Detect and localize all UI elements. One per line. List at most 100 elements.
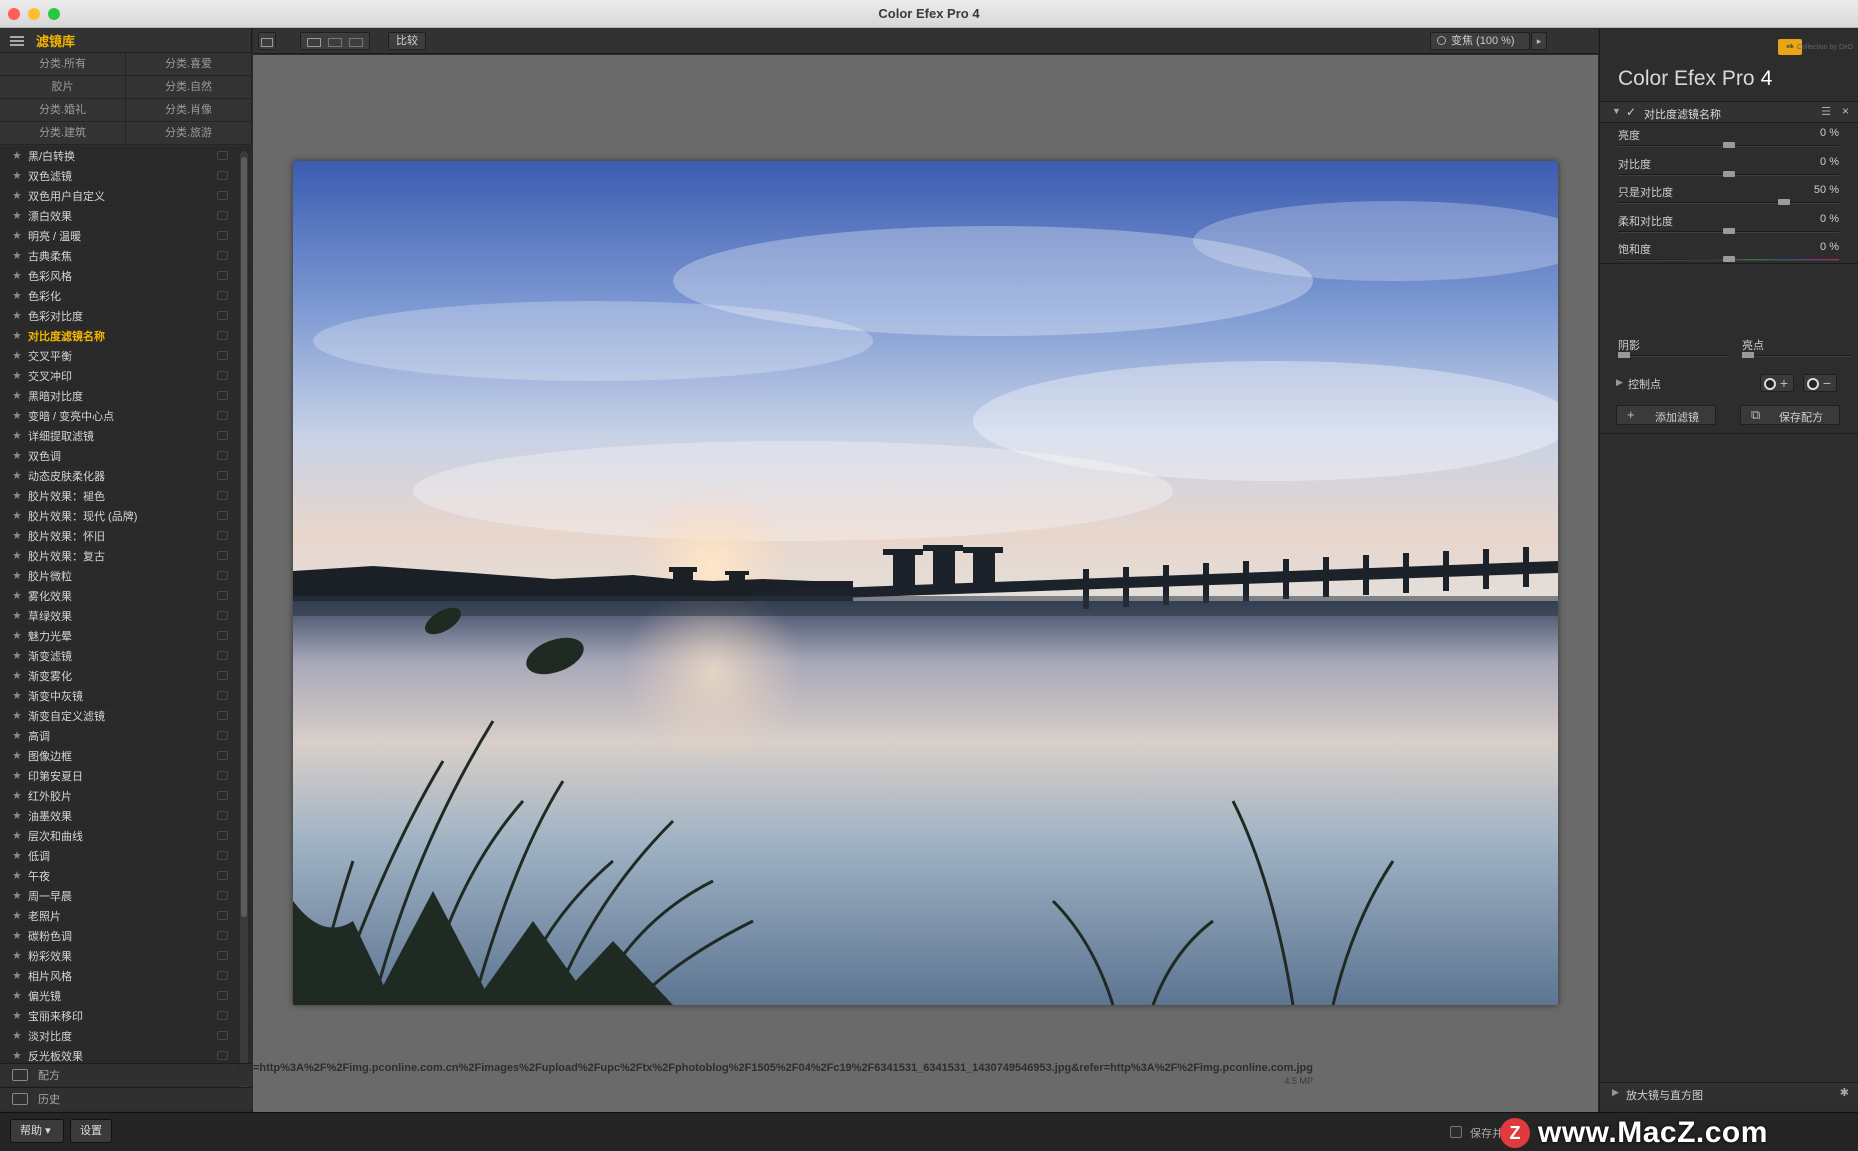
list-menu-icon[interactable]	[10, 35, 24, 46]
filter-list-item[interactable]: ★ 明亮 / 温暖	[0, 226, 252, 246]
filter-list-item[interactable]: ★ 胶片效果：怀旧	[0, 526, 252, 546]
favorite-star-icon[interactable]: ★	[12, 769, 28, 782]
filter-stack-icon[interactable]	[217, 511, 228, 520]
slider-track[interactable]	[1618, 142, 1839, 148]
filter-stack-icon[interactable]	[217, 1051, 228, 1060]
filter-list-item[interactable]: ★ 魅力光晕	[0, 626, 252, 646]
filter-stack-icon[interactable]	[217, 551, 228, 560]
filter-list-item[interactable]: ★ 印第安夏日	[0, 766, 252, 786]
favorite-star-icon[interactable]: ★	[12, 429, 28, 442]
filter-list-item[interactable]: ★ 相片风格	[0, 966, 252, 986]
favorite-star-icon[interactable]: ★	[12, 729, 28, 742]
favorite-star-icon[interactable]: ★	[12, 689, 28, 702]
filter-list-item[interactable]: ★ 草绿效果	[0, 606, 252, 626]
filter-stack-icon[interactable]	[217, 271, 228, 280]
slider-thumb[interactable]	[1722, 256, 1735, 263]
filter-list-item[interactable]: ★ 双色调	[0, 446, 252, 466]
favorite-star-icon[interactable]: ★	[12, 169, 28, 182]
filter-stack-icon[interactable]	[217, 691, 228, 700]
split-view-icon[interactable]	[328, 38, 342, 47]
filter-list-item[interactable]: ★ 低调	[0, 846, 252, 866]
favorite-star-icon[interactable]: ★	[12, 989, 28, 1002]
filter-list-item[interactable]: ★ 色彩化	[0, 286, 252, 306]
filter-list-item[interactable]: ★ 宝丽来移印	[0, 1006, 252, 1026]
filter-stack-icon[interactable]	[217, 611, 228, 620]
filter-stack-icon[interactable]	[217, 871, 228, 880]
settings-button[interactable]: 设置	[70, 1119, 112, 1143]
filter-list-item[interactable]: ★ 双色用户自定义	[0, 186, 252, 206]
favorite-star-icon[interactable]: ★	[12, 869, 28, 882]
filter-stack-icon[interactable]	[217, 531, 228, 540]
control-points-arrow-icon[interactable]: ▶	[1616, 377, 1623, 388]
filter-list-item[interactable]: ★ 层次和曲线	[0, 826, 252, 846]
filter-stack-icon[interactable]	[217, 1011, 228, 1020]
compare-button[interactable]: 比较	[388, 32, 426, 50]
filter-list-item[interactable]: ★ 渐变滤镜	[0, 646, 252, 666]
filter-stack-icon[interactable]	[217, 651, 228, 660]
favorite-star-icon[interactable]: ★	[12, 469, 28, 482]
filter-stack-icon[interactable]	[217, 671, 228, 680]
favorite-star-icon[interactable]: ★	[12, 1009, 28, 1022]
filter-list-scrollbar[interactable]	[240, 151, 248, 1091]
filter-list-item[interactable]: ★ 胶片效果：褪色	[0, 486, 252, 506]
filter-list-item[interactable]: ★ 偏光镜	[0, 986, 252, 1006]
filter-stack-icon[interactable]	[217, 931, 228, 940]
preview-photo[interactable]	[293, 161, 1558, 1005]
filter-list-item[interactable]: ★ 胶片效果：现代 (品牌)	[0, 506, 252, 526]
help-button[interactable]: 帮助 ▾	[10, 1119, 64, 1143]
filter-list-item[interactable]: ★ 图像边框	[0, 746, 252, 766]
filter-stack-icon[interactable]	[217, 831, 228, 840]
remove-filter-icon[interactable]: ×	[1842, 104, 1849, 118]
filter-stack-icon[interactable]	[217, 391, 228, 400]
shadows-thumb[interactable]	[1618, 352, 1630, 358]
favorite-star-icon[interactable]: ★	[12, 189, 28, 202]
favorite-star-icon[interactable]: ★	[12, 789, 28, 802]
category-button[interactable]: 分类.婚礼	[0, 99, 126, 122]
filter-list-item[interactable]: ★ 淡对比度	[0, 1026, 252, 1046]
favorite-star-icon[interactable]: ★	[12, 449, 28, 462]
favorite-star-icon[interactable]: ★	[12, 409, 28, 422]
filter-stack-icon[interactable]	[217, 851, 228, 860]
collapse-arrow-icon[interactable]: ▼	[1612, 106, 1621, 116]
filter-stack-icon[interactable]	[217, 591, 228, 600]
slider-track[interactable]	[1618, 199, 1839, 206]
slider-thumb[interactable]	[1722, 227, 1735, 234]
add-filter-button[interactable]: + 添加滤镜	[1616, 405, 1716, 425]
filter-stack-icon[interactable]	[217, 991, 228, 1000]
favorite-star-icon[interactable]: ★	[12, 969, 28, 982]
favorite-star-icon[interactable]: ★	[12, 629, 28, 642]
highlights-thumb[interactable]	[1742, 352, 1754, 358]
filter-stack-icon[interactable]	[217, 251, 228, 260]
favorite-star-icon[interactable]: ★	[12, 909, 28, 922]
favorite-star-icon[interactable]: ★	[12, 949, 28, 962]
favorite-star-icon[interactable]: ★	[12, 249, 28, 262]
favorite-star-icon[interactable]: ★	[12, 289, 28, 302]
filter-header[interactable]: ▼ ✓ 对比度滤镜名称 ☰ ×	[1600, 101, 1858, 123]
filter-stack-icon[interactable]	[217, 571, 228, 580]
filter-list-item[interactable]: ★ 详细提取滤镜	[0, 426, 252, 446]
preview-canvas[interactable]: src=http%3A%2F%2Fimg.pconline.com.cn%2Fi…	[236, 55, 1598, 1112]
filter-list-item[interactable]: ★ 胶片效果：复古	[0, 546, 252, 566]
slider-thumb[interactable]	[1722, 170, 1735, 177]
remove-control-point-button[interactable]: −	[1803, 374, 1837, 392]
add-control-point-button[interactable]: +	[1760, 374, 1794, 392]
filter-list-item[interactable]: ★ 高调	[0, 726, 252, 746]
category-button[interactable]: 分类.建筑	[0, 122, 126, 145]
favorite-star-icon[interactable]: ★	[12, 349, 28, 362]
slider-track[interactable]	[1618, 227, 1839, 234]
favorite-star-icon[interactable]: ★	[12, 829, 28, 842]
filter-list-item[interactable]: ★ 动态皮肤柔化器	[0, 466, 252, 486]
pin-icon[interactable]: ✱	[1840, 1086, 1849, 1099]
filter-list-item[interactable]: ★ 红外胶片	[0, 786, 252, 806]
filter-stack-icon[interactable]	[217, 211, 228, 220]
filter-list-item[interactable]: ★ 对比度滤镜名称	[0, 326, 252, 346]
favorite-star-icon[interactable]: ★	[12, 229, 28, 242]
loupe-histogram-section[interactable]: ▶ 放大镜与直方图 ✱	[1600, 1082, 1858, 1104]
filter-stack-icon[interactable]	[217, 231, 228, 240]
favorite-star-icon[interactable]: ★	[12, 649, 28, 662]
filter-stack-icon[interactable]	[217, 631, 228, 640]
favorite-star-icon[interactable]: ★	[12, 889, 28, 902]
single-view-icon[interactable]	[307, 38, 321, 47]
filter-stack-icon[interactable]	[217, 951, 228, 960]
favorite-star-icon[interactable]: ★	[12, 609, 28, 622]
